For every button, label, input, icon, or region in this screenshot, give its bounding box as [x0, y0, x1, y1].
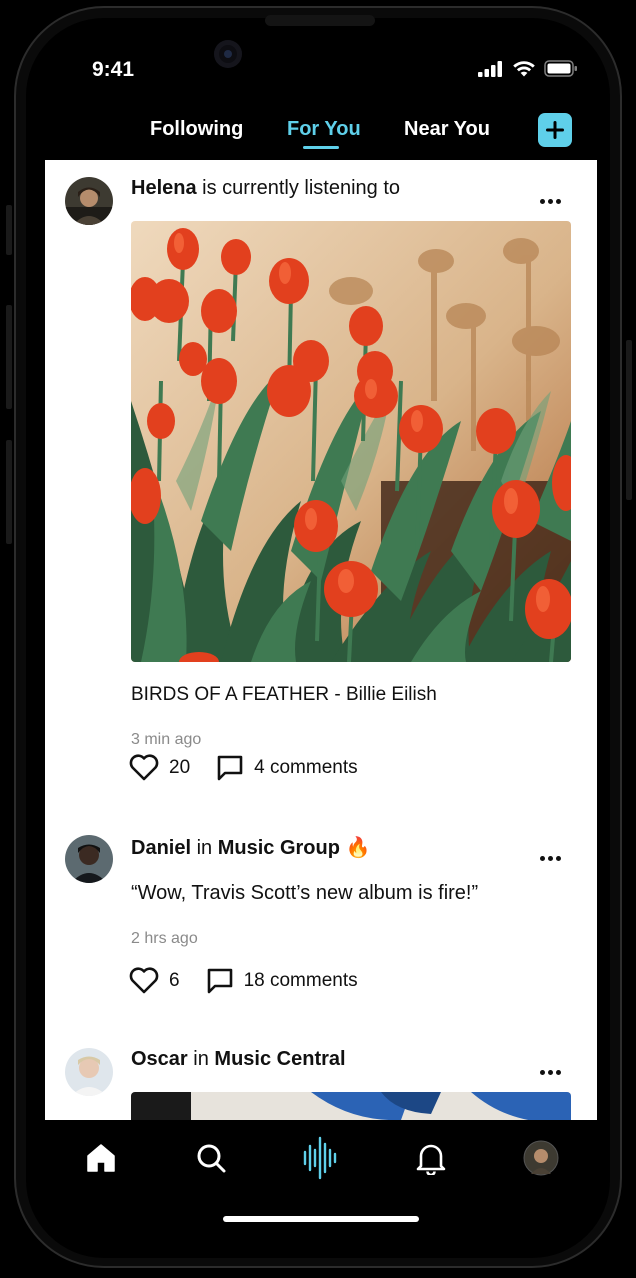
comment-icon: [217, 755, 243, 781]
comment-count: 18 comments: [243, 969, 358, 991]
post-timestamp: 2 hrs ago: [131, 930, 198, 947]
soundwave-icon: [303, 1136, 337, 1180]
feed[interactable]: Helena is currently listening to BIRDS O…: [45, 160, 597, 1120]
home-icon: [87, 1144, 115, 1172]
add-post-button[interactable]: [538, 113, 572, 147]
post-header: Oscar in Music Central: [131, 1048, 346, 1071]
nav-notifications[interactable]: [411, 1138, 451, 1178]
bell-icon: [416, 1144, 446, 1175]
nav-home[interactable]: [81, 1138, 121, 1178]
post-action-text: is currently listening to: [202, 177, 401, 199]
side-button-volume-up: [6, 305, 12, 409]
nav-search[interactable]: [191, 1138, 231, 1178]
post-actions: 20 4 comments: [129, 754, 358, 781]
tab-for-you[interactable]: For You: [287, 118, 361, 141]
post-header: Daniel in Music Group 🔥: [131, 835, 370, 860]
tab-near-you[interactable]: Near You: [404, 118, 490, 141]
post-connector: in: [193, 1048, 209, 1070]
nav-listen[interactable]: [301, 1136, 341, 1180]
fire-emoji: 🔥: [345, 837, 371, 859]
group-name[interactable]: Music Central: [214, 1048, 345, 1070]
like-count: 6: [169, 969, 180, 991]
post-username[interactable]: Helena: [131, 177, 197, 199]
heart-icon: [129, 967, 159, 994]
front-camera: [214, 40, 242, 68]
comment-count: 4 comments: [254, 756, 358, 778]
active-tab-indicator: [303, 146, 339, 149]
comment-button[interactable]: 4 comments: [216, 754, 358, 781]
side-button-volume-down: [6, 440, 12, 544]
post-actions: 6 18 comments: [129, 967, 358, 994]
post-header: Helena is currently listening to: [131, 177, 400, 200]
side-button-power: [626, 340, 632, 500]
avatar-daniel[interactable]: [65, 835, 113, 883]
avatar-image: [65, 177, 113, 225]
more-options-button[interactable]: [540, 856, 566, 862]
post-username[interactable]: Oscar: [131, 1048, 188, 1070]
nav-profile[interactable]: [521, 1138, 561, 1178]
like-count: 20: [169, 756, 191, 778]
song-title[interactable]: BIRDS OF A FEATHER - Billie Eilish: [131, 684, 437, 706]
like-button[interactable]: 6: [129, 967, 180, 994]
post-photo[interactable]: [131, 221, 571, 662]
plus-icon: [546, 121, 564, 139]
comment-icon: [207, 968, 232, 994]
avatar-oscar[interactable]: [65, 1048, 113, 1096]
profile-avatar: [523, 1140, 559, 1176]
avatar-image: [65, 835, 113, 883]
post-username[interactable]: Daniel: [131, 837, 191, 859]
more-options-button[interactable]: [540, 1070, 566, 1076]
post-quote: “Wow, Travis Scott’s new album is fire!”: [131, 882, 479, 904]
tab-following[interactable]: Following: [150, 118, 243, 141]
like-button[interactable]: 20: [129, 754, 190, 781]
status-time: 9:41: [92, 58, 135, 81]
tulips-image: [131, 221, 571, 662]
home-indicator: [223, 1216, 419, 1222]
group-name[interactable]: Music Group: [218, 837, 340, 859]
avatar-helena[interactable]: [65, 177, 113, 225]
post-image-partial: [131, 1092, 571, 1120]
post-connector: in: [196, 837, 213, 859]
avatar-image: [65, 1048, 113, 1096]
speaker-grille: [265, 15, 375, 26]
side-button-mute: [6, 205, 12, 255]
status-icons: [478, 60, 578, 77]
post-timestamp: 3 min ago: [131, 731, 202, 748]
battery-icon: [544, 60, 577, 77]
heart-icon: [129, 754, 159, 781]
comment-button[interactable]: 18 comments: [206, 967, 358, 994]
search-icon: [197, 1144, 226, 1173]
post-photo[interactable]: [131, 1092, 571, 1120]
wifi-icon: [513, 61, 535, 77]
cellular-signal-icon: [478, 60, 502, 77]
more-options-button[interactable]: [540, 199, 566, 205]
bottom-navigation: [45, 1120, 597, 1200]
